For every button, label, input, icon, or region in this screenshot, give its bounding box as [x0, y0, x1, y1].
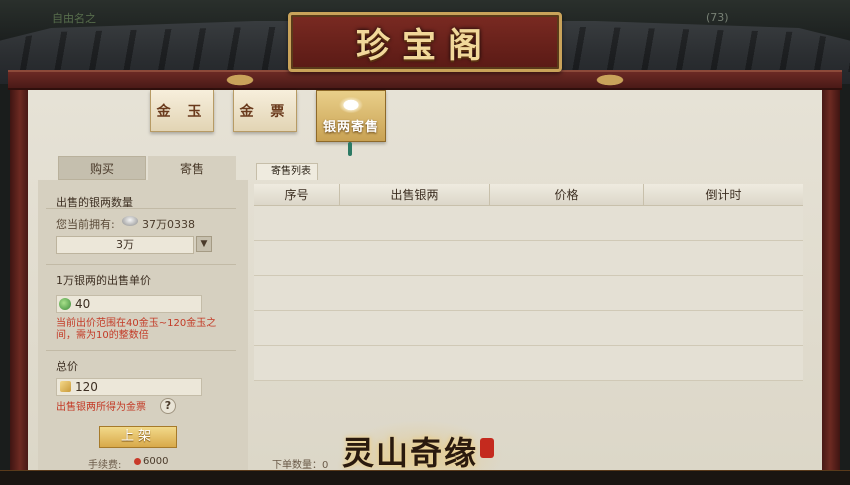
fee-value: 6000	[143, 456, 169, 467]
price-title: 1万银两的出售单价	[56, 274, 151, 287]
column-header: 倒计时	[705, 188, 742, 202]
coin-icon	[134, 458, 141, 465]
jade-coin-icon	[59, 298, 71, 310]
consign-list-tab[interactable]: 寄售列表	[256, 163, 318, 180]
window-title: 珍宝阁	[356, 25, 494, 66]
tab-label: 银两寄售	[322, 120, 379, 135]
table-row	[254, 345, 803, 346]
total-note: 出售银两所得为金票	[56, 402, 146, 413]
divider	[46, 208, 236, 209]
seal-icon	[480, 438, 494, 458]
price-input[interactable]: 40	[56, 295, 202, 313]
price-warning: 当前出价范围在40金玉~120金玉之间，需为10的整数倍	[56, 318, 217, 341]
subtab-label: 寄售	[179, 161, 204, 176]
right-pillar	[820, 90, 840, 470]
tassel-icon	[348, 142, 352, 156]
total-title: 总价	[56, 360, 78, 373]
list-for-sale-button[interactable]: 上架	[99, 426, 177, 448]
game-logo: 灵山奇缘	[342, 434, 479, 472]
table-row	[254, 310, 803, 311]
own-label: 您当前拥有:	[56, 218, 115, 231]
divider	[46, 264, 236, 265]
fee-label: 手续费:	[88, 460, 122, 471]
bottom-frame	[0, 470, 850, 485]
own-value: 37万0338	[142, 218, 195, 231]
beam-ornament-icon	[210, 68, 270, 92]
silver-icon	[122, 216, 138, 226]
title-plaque: 珍宝阁	[288, 12, 562, 72]
order-count-label: 下单数量：0	[272, 460, 329, 471]
amount-select[interactable]: 3万	[56, 236, 194, 254]
consign-table	[254, 184, 803, 381]
table-row	[254, 240, 803, 241]
left-pillar	[10, 90, 30, 470]
roof-beam	[8, 70, 842, 90]
column-header: 出售银两	[340, 184, 490, 205]
column-header: 序号	[254, 184, 340, 205]
subtab-label: 购买	[89, 161, 114, 176]
gold-ticket-icon	[60, 381, 71, 392]
divider	[46, 350, 236, 351]
tab-silver-consign[interactable]: 银两寄售	[316, 90, 386, 142]
help-icon[interactable]: ?	[160, 398, 176, 414]
tab-label: 金 玉	[156, 103, 208, 120]
subtab-buy[interactable]: 购买	[58, 156, 146, 180]
background-text: 自由名之	[52, 12, 96, 25]
chevron-down-icon[interactable]: ▼	[196, 236, 212, 252]
table-row	[254, 275, 803, 276]
tab-label: 金 票	[239, 103, 291, 120]
table-header: 序号 出售银两 价格 倒计时	[254, 184, 803, 206]
silver-ingot-icon	[338, 96, 364, 114]
background-counter: (73)	[706, 11, 729, 24]
table-row	[254, 380, 803, 381]
total-value: 120	[56, 378, 202, 396]
beam-ornament-icon	[580, 68, 640, 92]
tab-jinpiao[interactable]: 金 票	[233, 90, 297, 132]
tab-jinyu[interactable]: 金 玉	[150, 90, 214, 132]
column-header: 价格	[490, 184, 644, 205]
subtab-sell[interactable]: 寄售	[148, 156, 236, 180]
